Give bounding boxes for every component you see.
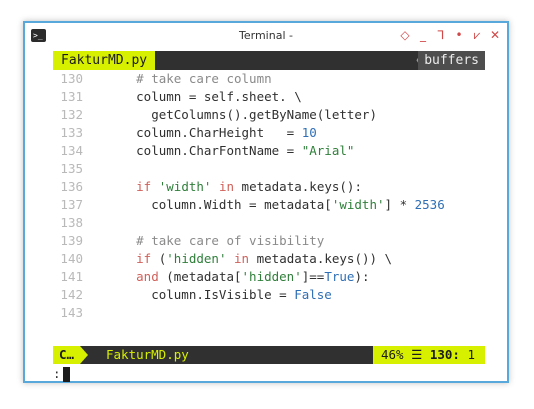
code-text: column.IsVisible = False — [91, 287, 332, 302]
code-line[interactable]: 133 column.CharHeight = 10 — [53, 124, 485, 142]
code-text: getColumns().getByName(letter) — [91, 107, 377, 122]
terminal-window: >_ Terminal - ◇ _ ⅂ • ⩗ ✕ FakturMD.py ❮ … — [23, 21, 509, 383]
line-number: 130 — [60, 71, 83, 86]
status-position: 46% ☰ 130: 1 — [372, 346, 485, 364]
code-line[interactable]: 143 — [53, 304, 485, 322]
shade-icon[interactable]: ⩗ — [471, 28, 483, 43]
minimize-icon[interactable]: _ — [417, 28, 429, 43]
code-line[interactable]: 142 column.IsVisible = False — [53, 286, 485, 304]
line-number: 142 — [60, 287, 83, 302]
line-number: 138 — [60, 215, 83, 230]
code-text: column = self.sheet. \ — [91, 89, 302, 104]
code-text: if 'width' in metadata.keys(): — [136, 179, 362, 194]
code-line[interactable]: 135 — [53, 160, 485, 178]
close-icon[interactable]: ✕ — [489, 28, 501, 43]
line-number: 133 — [60, 125, 83, 140]
status-percent: 46% — [380, 347, 404, 362]
status-line: 130: — [429, 347, 460, 362]
line-number: 131 — [60, 89, 83, 104]
menu-icon[interactable]: ◇ — [399, 28, 411, 43]
code-text: if ('hidden' in metadata.keys()) \ — [136, 251, 393, 266]
line-number: 140 — [60, 251, 83, 266]
status-column: 1 — [467, 347, 475, 362]
code-text: # take care column — [136, 71, 272, 86]
window-controls: ◇ _ ⅂ • ⩗ ✕ — [399, 28, 501, 43]
code-editor[interactable]: 130 # take care column 131 column = self.… — [53, 70, 485, 346]
title-bar: >_ Terminal - ◇ _ ⅂ • ⩗ ✕ — [25, 23, 507, 51]
code-line[interactable]: 130 # take care column — [53, 70, 485, 88]
mode-separator — [80, 346, 88, 364]
line-number: 137 — [60, 197, 83, 212]
line-number: 135 — [60, 161, 83, 176]
mode-indicator: C… — [53, 346, 80, 364]
code-line[interactable]: 134 column.CharFontName = "Arial" — [53, 142, 485, 160]
code-line[interactable]: 141 and (metadata['hidden']==True): — [53, 268, 485, 286]
code-line[interactable]: 137 column.Width = metadata['width'] * 2… — [53, 196, 485, 214]
code-line[interactable]: 132 getColumns().getByName(letter) — [53, 106, 485, 124]
line-number: 143 — [60, 305, 83, 320]
code-line[interactable]: 131 column = self.sheet. \ — [53, 88, 485, 106]
code-line[interactable]: 139 # take care of visibility — [53, 232, 485, 250]
code-text: and (metadata['hidden']==True): — [136, 269, 370, 284]
status-filename: FakturMD.py — [106, 347, 189, 362]
terminal-content[interactable]: FakturMD.py ❮ buffers 130 # take care co… — [53, 51, 485, 382]
line-number: 136 — [60, 179, 83, 194]
code-text: column.CharHeight = 10 — [91, 125, 317, 140]
code-line[interactable]: 136 if 'width' in metadata.keys(): — [53, 178, 485, 196]
code-text: # take care of visibility — [136, 233, 325, 248]
buffers-label: buffers — [418, 51, 485, 70]
line-number: 132 — [60, 107, 83, 122]
lines-icon: ☰ — [411, 347, 430, 362]
line-number: 141 — [60, 269, 83, 284]
code-text: column.CharFontName = "Arial" — [91, 143, 355, 158]
maximize-icon[interactable]: ⅂ — [435, 28, 447, 43]
tab-fakturmd[interactable]: FakturMD.py — [53, 51, 156, 70]
sticky-icon[interactable]: • — [453, 28, 465, 43]
cursor — [62, 367, 70, 382]
line-number: 134 — [60, 143, 83, 158]
code-line[interactable]: 138 — [53, 214, 485, 232]
command-prompt: : — [53, 366, 61, 381]
code-text: column.Width = metadata['width'] * 2536 — [91, 197, 445, 212]
vim-tabline: FakturMD.py ❮ buffers — [53, 51, 485, 70]
code-line[interactable]: 140 if ('hidden' in metadata.keys()) \ — [53, 250, 485, 268]
vim-statusline: C… FakturMD.py 46% ☰ 130: 1 — [53, 346, 485, 364]
line-number: 139 — [60, 233, 83, 248]
command-line[interactable]: : — [53, 364, 485, 384]
